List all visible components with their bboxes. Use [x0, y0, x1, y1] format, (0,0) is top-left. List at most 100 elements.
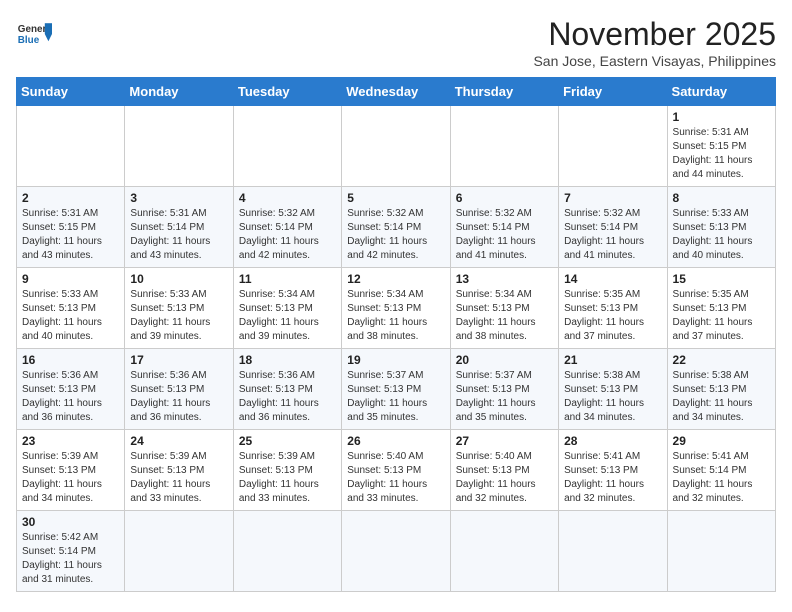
calendar-cell: [233, 511, 341, 592]
calendar-cell: 1 Sunrise: 5:31 AM Sunset: 5:15 PM Daylig…: [667, 106, 775, 187]
day-info: Sunrise: 5:35 AM Sunset: 5:13 PM Dayligh…: [564, 288, 661, 344]
day-info: Sunrise: 5:38 AM Sunset: 5:13 PM Dayligh…: [673, 369, 770, 425]
calendar-cell: 10 Sunrise: 5:33 AM Sunset: 5:13 PM Dayli…: [125, 268, 233, 349]
header-thursday: Thursday: [450, 78, 558, 106]
day-number: 1: [673, 110, 770, 124]
day-number: 16: [22, 353, 119, 367]
calendar-cell: [342, 511, 450, 592]
calendar-cell: 6 Sunrise: 5:32 AM Sunset: 5:14 PM Daylig…: [450, 187, 558, 268]
calendar-cell: [559, 106, 667, 187]
calendar-cell: 24Sunrise: 5:39 AM Sunset: 5:13 PM Dayli…: [125, 430, 233, 511]
day-number: 18: [239, 353, 336, 367]
day-info: Sunrise: 5:41 AM Sunset: 5:13 PM Dayligh…: [564, 450, 661, 506]
day-info: Sunrise: 5:32 AM Sunset: 5:14 PM Dayligh…: [456, 207, 553, 263]
day-info: Sunrise: 5:32 AM Sunset: 5:14 PM Dayligh…: [347, 207, 444, 263]
day-number: 28: [564, 434, 661, 448]
calendar-week-row: 16 Sunrise: 5:36 AM Sunset: 5:13 PM Dayli…: [17, 349, 776, 430]
calendar-cell: 21 Sunrise: 5:38 AM Sunset: 5:13 PM Dayli…: [559, 349, 667, 430]
calendar-cell: 28 Sunrise: 5:41 AM Sunset: 5:13 PM Dayli…: [559, 430, 667, 511]
day-number: 30: [22, 515, 119, 529]
day-info: Sunrise: 5:34 AM Sunset: 5:13 PM Dayligh…: [239, 288, 336, 344]
logo-icon: General Blue: [16, 16, 52, 52]
day-number: 11: [239, 272, 336, 286]
day-number: 19: [347, 353, 444, 367]
day-number: 3: [130, 191, 227, 205]
calendar-cell: [667, 511, 775, 592]
header-saturday: Saturday: [667, 78, 775, 106]
svg-text:Blue: Blue: [18, 35, 40, 46]
calendar-cell: 13 Sunrise: 5:34 AM Sunset: 5:13 PM Dayli…: [450, 268, 558, 349]
calendar-cell: 29Sunrise: 5:41 AM Sunset: 5:14 PM Dayli…: [667, 430, 775, 511]
day-info: Sunrise: 5:31 AM Sunset: 5:15 PM Dayligh…: [673, 126, 770, 182]
calendar-cell: 27 Sunrise: 5:40 AM Sunset: 5:13 PM Dayli…: [450, 430, 558, 511]
day-info: Sunrise: 5:34 AM Sunset: 5:13 PM Dayligh…: [347, 288, 444, 344]
day-info: Sunrise: 5:38 AM Sunset: 5:13 PM Dayligh…: [564, 369, 661, 425]
day-info: Sunrise: 5:31 AM Sunset: 5:14 PM Dayligh…: [130, 207, 227, 263]
calendar-cell: 22Sunrise: 5:38 AM Sunset: 5:13 PM Dayli…: [667, 349, 775, 430]
day-number: 13: [456, 272, 553, 286]
day-info: Sunrise: 5:35 AM Sunset: 5:13 PM Dayligh…: [673, 288, 770, 344]
day-number: 14: [564, 272, 661, 286]
calendar-cell: 17Sunrise: 5:36 AM Sunset: 5:13 PM Dayli…: [125, 349, 233, 430]
day-info: Sunrise: 5:36 AM Sunset: 5:13 PM Dayligh…: [22, 369, 119, 425]
header-friday: Friday: [559, 78, 667, 106]
calendar-week-row: 30 Sunrise: 5:42 AM Sunset: 5:14 PM Dayli…: [17, 511, 776, 592]
calendar-cell: 23 Sunrise: 5:39 AM Sunset: 5:13 PM Dayli…: [17, 430, 125, 511]
calendar-cell: 5Sunrise: 5:32 AM Sunset: 5:14 PM Daylig…: [342, 187, 450, 268]
calendar-cell: 19 Sunrise: 5:37 AM Sunset: 5:13 PM Dayli…: [342, 349, 450, 430]
day-number: 27: [456, 434, 553, 448]
calendar-cell: [450, 106, 558, 187]
calendar-table: SundayMondayTuesdayWednesdayThursdayFrid…: [16, 77, 776, 592]
page-header: General Blue November 2025 San Jose, Eas…: [16, 16, 776, 69]
day-number: 26: [347, 434, 444, 448]
day-number: 9: [22, 272, 119, 286]
month-title: November 2025: [533, 16, 776, 53]
logo: General Blue: [16, 16, 52, 52]
calendar-cell: 12 Sunrise: 5:34 AM Sunset: 5:13 PM Dayli…: [342, 268, 450, 349]
day-number: 12: [347, 272, 444, 286]
day-info: Sunrise: 5:33 AM Sunset: 5:13 PM Dayligh…: [130, 288, 227, 344]
calendar-cell: 25 Sunrise: 5:39 AM Sunset: 5:13 PM Dayli…: [233, 430, 341, 511]
day-number: 8: [673, 191, 770, 205]
day-number: 7: [564, 191, 661, 205]
day-number: 29: [673, 434, 770, 448]
calendar-cell: [342, 106, 450, 187]
calendar-week-row: 1 Sunrise: 5:31 AM Sunset: 5:15 PM Daylig…: [17, 106, 776, 187]
day-info: Sunrise: 5:32 AM Sunset: 5:14 PM Dayligh…: [239, 207, 336, 263]
day-info: Sunrise: 5:39 AM Sunset: 5:13 PM Dayligh…: [130, 450, 227, 506]
header-monday: Monday: [125, 78, 233, 106]
calendar-cell: 16 Sunrise: 5:36 AM Sunset: 5:13 PM Dayli…: [17, 349, 125, 430]
day-info: Sunrise: 5:42 AM Sunset: 5:14 PM Dayligh…: [22, 531, 119, 587]
day-number: 23: [22, 434, 119, 448]
day-info: Sunrise: 5:40 AM Sunset: 5:13 PM Dayligh…: [347, 450, 444, 506]
day-number: 21: [564, 353, 661, 367]
title-area: November 2025 San Jose, Eastern Visayas,…: [533, 16, 776, 69]
day-info: Sunrise: 5:37 AM Sunset: 5:13 PM Dayligh…: [347, 369, 444, 425]
day-info: Sunrise: 5:39 AM Sunset: 5:13 PM Dayligh…: [22, 450, 119, 506]
day-info: Sunrise: 5:33 AM Sunset: 5:13 PM Dayligh…: [22, 288, 119, 344]
calendar-cell: [233, 106, 341, 187]
calendar-header-row: SundayMondayTuesdayWednesdayThursdayFrid…: [17, 78, 776, 106]
day-info: Sunrise: 5:31 AM Sunset: 5:15 PM Dayligh…: [22, 207, 119, 263]
calendar-cell: [17, 106, 125, 187]
day-number: 4: [239, 191, 336, 205]
calendar-cell: 30 Sunrise: 5:42 AM Sunset: 5:14 PM Dayli…: [17, 511, 125, 592]
day-number: 10: [130, 272, 227, 286]
calendar-week-row: 9 Sunrise: 5:33 AM Sunset: 5:13 PM Daylig…: [17, 268, 776, 349]
calendar-cell: 2 Sunrise: 5:31 AM Sunset: 5:15 PM Daylig…: [17, 187, 125, 268]
day-info: Sunrise: 5:40 AM Sunset: 5:13 PM Dayligh…: [456, 450, 553, 506]
day-info: Sunrise: 5:36 AM Sunset: 5:13 PM Dayligh…: [130, 369, 227, 425]
day-info: Sunrise: 5:39 AM Sunset: 5:13 PM Dayligh…: [239, 450, 336, 506]
day-info: Sunrise: 5:32 AM Sunset: 5:14 PM Dayligh…: [564, 207, 661, 263]
location-subtitle: San Jose, Eastern Visayas, Philippines: [533, 53, 776, 69]
day-info: Sunrise: 5:34 AM Sunset: 5:13 PM Dayligh…: [456, 288, 553, 344]
header-wednesday: Wednesday: [342, 78, 450, 106]
day-info: Sunrise: 5:36 AM Sunset: 5:13 PM Dayligh…: [239, 369, 336, 425]
calendar-cell: [125, 106, 233, 187]
day-number: 2: [22, 191, 119, 205]
day-number: 20: [456, 353, 553, 367]
day-number: 6: [456, 191, 553, 205]
calendar-week-row: 23 Sunrise: 5:39 AM Sunset: 5:13 PM Dayli…: [17, 430, 776, 511]
day-number: 25: [239, 434, 336, 448]
day-info: Sunrise: 5:33 AM Sunset: 5:13 PM Dayligh…: [673, 207, 770, 263]
